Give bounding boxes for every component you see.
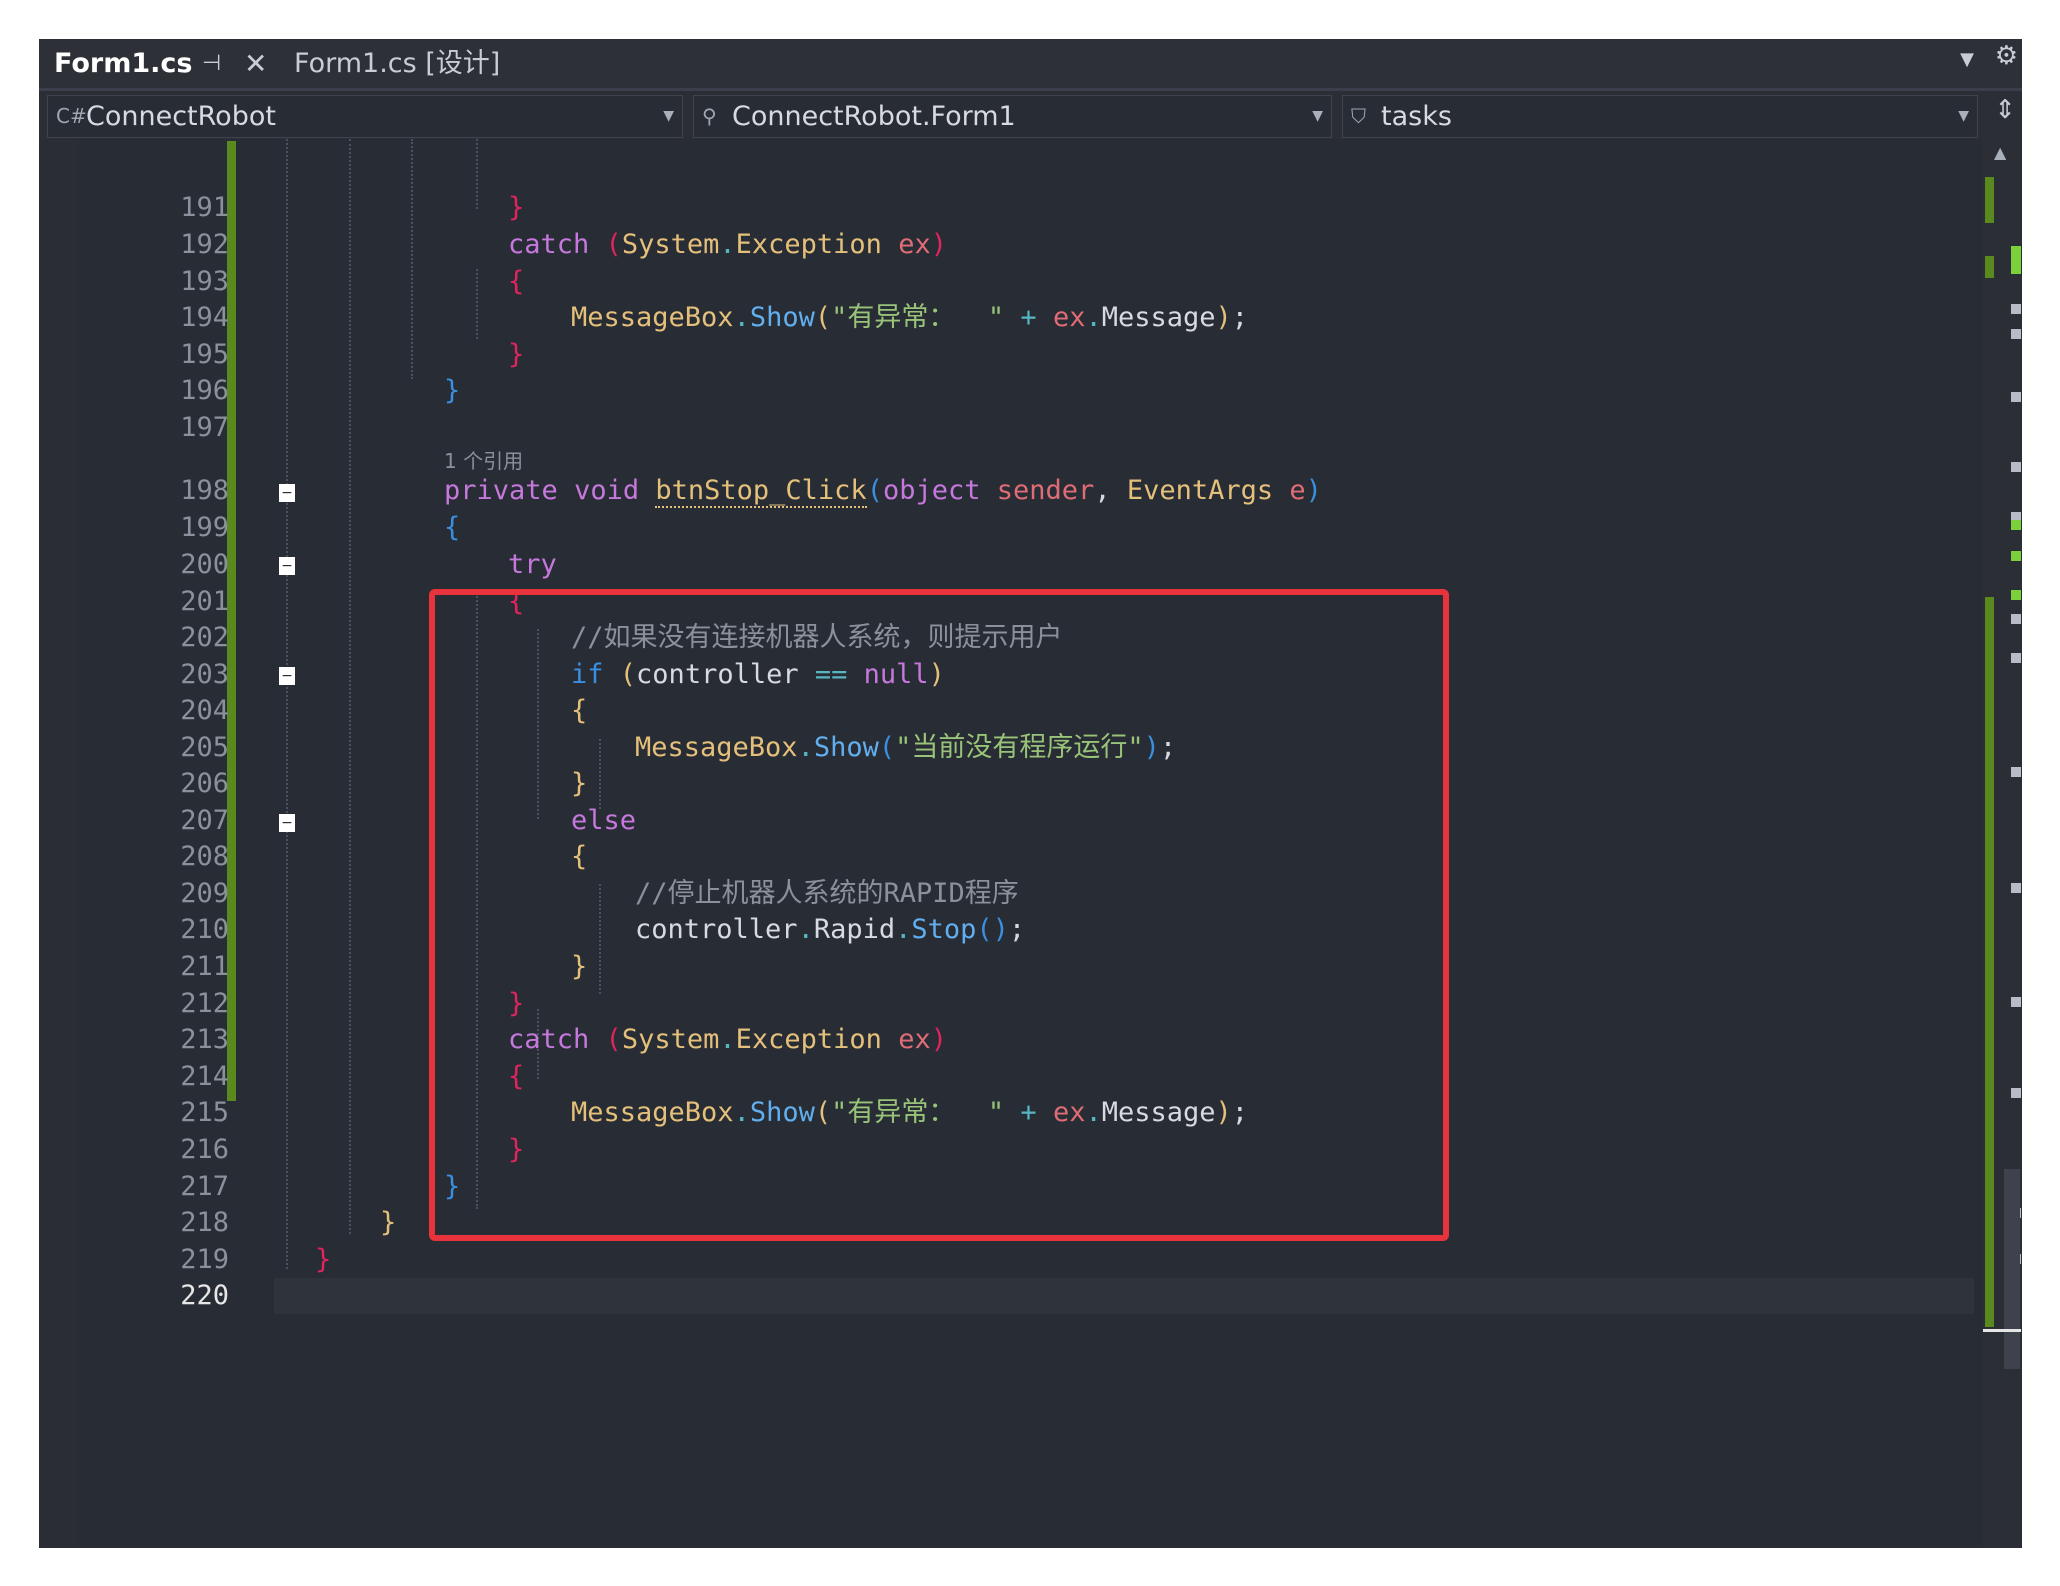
navigation-bar: C# ConnectRobot ▼ ⚲ ConnectRobot.Form1 ▼…: [39, 91, 2022, 139]
tab-form1-cs-label: Form1.cs: [54, 48, 193, 79]
code-line-current: 220: [39, 1278, 1979, 1314]
class-dropdown-value: ConnectRobot.Form1: [732, 101, 1016, 132]
field-lock-icon: ⛉: [1351, 104, 1366, 128]
scroll-caret-marker: [1983, 1329, 2021, 1332]
scroll-marker: [2011, 1088, 2021, 1098]
chevron-down-icon: ▼: [1958, 108, 1969, 124]
line-number: 194: [180, 302, 229, 333]
tab-form1-design-label: Form1.cs [设计]: [294, 48, 501, 79]
chevron-down-icon: ▼: [1312, 108, 1323, 124]
scroll-marker: [2011, 997, 2021, 1007]
line-number: 220: [180, 1280, 229, 1311]
line-number: 217: [180, 1171, 229, 1202]
split-window-icon[interactable]: ⇕: [1994, 95, 2016, 125]
csharp-project-icon: C#: [56, 104, 87, 128]
scroll-marker: [2011, 304, 2021, 314]
line-number: 196: [180, 375, 229, 406]
line-number: 216: [180, 1134, 229, 1165]
scroll-marker: [2011, 462, 2021, 472]
chevron-down-icon: ▼: [663, 108, 674, 124]
tab-form1-cs[interactable]: Form1.cs ⊣ ✕: [39, 39, 279, 88]
line-number: 213: [180, 1024, 229, 1055]
code-line: 198 private void btnStop_Click(object se…: [39, 473, 1979, 509]
code-line: 191 }: [39, 190, 1979, 226]
code-line: 200 try: [39, 547, 1979, 583]
scroll-marker: [2011, 551, 2021, 561]
vertical-scrollbar[interactable]: ▲: [1982, 139, 2022, 1548]
line-number: 204: [180, 695, 229, 726]
line-number: 211: [180, 951, 229, 982]
scroll-marker: [2011, 653, 2021, 663]
close-icon[interactable]: ✕: [244, 39, 267, 88]
line-number: 193: [180, 266, 229, 297]
line-number: 203: [180, 659, 229, 690]
pin-icon[interactable]: ⊣: [202, 39, 221, 88]
code-line: 195 }: [39, 337, 1979, 373]
scroll-marker: [2011, 246, 2021, 274]
line-number: 206: [180, 768, 229, 799]
tab-form1-design[interactable]: Form1.cs [设计]: [294, 39, 500, 88]
code-text-area[interactable]: − − − − 191 } 192 catch (System.Exceptio…: [39, 139, 1979, 1548]
scroll-up-icon[interactable]: ▲: [1994, 143, 2006, 162]
line-number: 191: [180, 192, 229, 223]
scroll-marker: [2011, 590, 2021, 600]
scroll-change-marker: [1985, 597, 1994, 1327]
scroll-change-marker: [1985, 177, 1994, 223]
line-number: 195: [180, 339, 229, 370]
line-number: 209: [180, 878, 229, 909]
line-number: 219: [180, 1244, 229, 1275]
line-number: 192: [180, 229, 229, 260]
member-dropdown-value: tasks: [1381, 101, 1452, 132]
scroll-marker: [2011, 520, 2021, 530]
line-number: 212: [180, 988, 229, 1019]
code-line: 196 }: [39, 373, 1979, 409]
scroll-marker: [2011, 392, 2021, 402]
class-icon: ⚲: [702, 104, 717, 128]
code-line: 197: [39, 410, 1979, 446]
project-dropdown-value: ConnectRobot: [86, 101, 276, 132]
line-number: 202: [180, 622, 229, 653]
dropdown-icon[interactable]: ▼: [1960, 49, 1974, 70]
scroll-marker: [2011, 614, 2021, 624]
line-number: 210: [180, 914, 229, 945]
code-editor-window: Form1.cs ⊣ ✕ Form1.cs [设计] ▼ ⚙ C# Connec…: [39, 39, 2022, 1548]
line-number: 218: [180, 1207, 229, 1238]
code-view[interactable]: − − − − 191 } 192 catch (System.Exceptio…: [39, 139, 2022, 1548]
codelens-reference-count[interactable]: 1 个引用: [444, 445, 523, 474]
line-number: 199: [180, 512, 229, 543]
scroll-marker: [2011, 329, 2021, 339]
line-number: 215: [180, 1097, 229, 1128]
line-number: 197: [180, 412, 229, 443]
annotation-highlight-box: [429, 589, 1449, 1241]
line-number: 208: [180, 841, 229, 872]
scroll-thumb[interactable]: [2004, 1169, 2020, 1369]
line-number: 200: [180, 549, 229, 580]
member-dropdown[interactable]: ⛉ tasks ▼: [1342, 95, 1978, 138]
code-line: 199 {: [39, 510, 1979, 546]
line-number: 198: [180, 475, 229, 506]
string-literal: "有异常： ": [831, 302, 1005, 333]
line-number: 214: [180, 1061, 229, 1092]
gear-icon[interactable]: ⚙: [1995, 41, 2018, 71]
code-line: 194 MessageBox.Show("有异常： " + ex.Message…: [39, 300, 1979, 336]
code-line: 219 }: [39, 1242, 1979, 1278]
line-number: 205: [180, 732, 229, 763]
code-line: 192 catch (System.Exception ex): [39, 227, 1979, 263]
line-number: 207: [180, 805, 229, 836]
scroll-marker: [2011, 883, 2021, 893]
scroll-marker: [2011, 767, 2021, 777]
project-dropdown[interactable]: C# ConnectRobot ▼: [47, 95, 683, 138]
line-number: 201: [180, 586, 229, 617]
scroll-change-marker: [1985, 256, 1994, 278]
document-tab-strip: Form1.cs ⊣ ✕ Form1.cs [设计] ▼ ⚙: [39, 39, 2022, 91]
code-line: 193 {: [39, 264, 1979, 300]
class-dropdown[interactable]: ⚲ ConnectRobot.Form1 ▼: [693, 95, 1332, 138]
